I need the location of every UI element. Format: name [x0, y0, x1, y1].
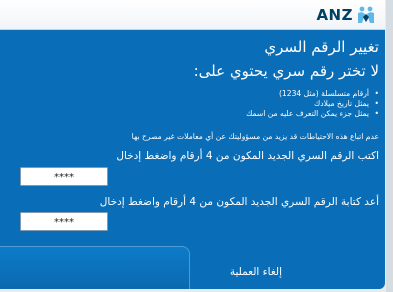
list-item: أرقام متسلسلة (مثل 1234) [246, 89, 379, 99]
anz-figures-icon [358, 6, 374, 23]
confirm-pin-prompt: أعد كتابة الرقم السري الجديد المكون من 4… [99, 196, 379, 208]
main-panel: ANZ تغيير الرقم السري لا تختر رقم سري يح… [0, 0, 385, 289]
logo-text: ANZ [316, 6, 353, 24]
anz-logo: ANZ [316, 5, 376, 25]
right-edge-bar [386, 0, 393, 292]
liability-warning: عدم اتباع هذه الاحتياطات قد يزيد من مسؤو… [131, 132, 379, 141]
list-item: يمثل جزء يمكن التعرف عليه من اسمك [246, 109, 379, 119]
pin-rules-list: أرقام متسلسلة (مثل 1234) يمثل تاريخ ميلا… [246, 89, 379, 119]
cancel-button-label: إلغاء العملية [229, 266, 282, 278]
header-bar: ANZ [0, 0, 385, 30]
page-title: تغيير الرقم السري [264, 38, 379, 56]
cancel-button[interactable] [0, 246, 190, 289]
new-pin-prompt: اكتب الرقم السري الجديد المكون من 4 أرقا… [116, 150, 379, 162]
atm-screen: ANZ تغيير الرقم السري لا تختر رقم سري يح… [0, 0, 393, 292]
confirm-pin-field[interactable]: **** [20, 212, 108, 231]
page-subtitle: لا تختر رقم سري يحتوي على: [193, 62, 379, 80]
new-pin-field[interactable]: **** [20, 167, 108, 186]
list-item: يمثل تاريخ ميلادك [246, 99, 379, 109]
